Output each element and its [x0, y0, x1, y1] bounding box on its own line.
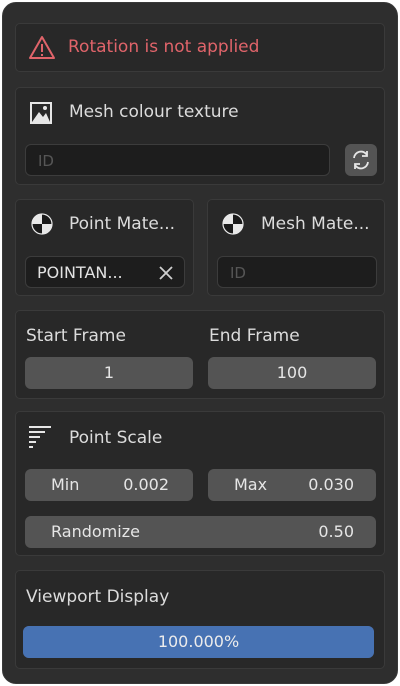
properties-panel: Rotation is not applied Mesh colour text…	[2, 2, 398, 684]
point-scale-title: Point Scale	[69, 428, 163, 448]
min-value: 0.002	[123, 475, 169, 494]
mesh-texture-id-input[interactable]: ID	[25, 144, 330, 176]
refresh-icon	[350, 149, 372, 171]
randomize-field[interactable]: Randomize 0.50	[25, 516, 376, 548]
mesh-material-section: Mesh Mate... ID	[207, 199, 385, 296]
mesh-texture-section: Mesh colour texture ID	[15, 87, 385, 185]
start-frame-value: 1	[103, 363, 115, 382]
image-icon	[29, 101, 53, 125]
start-frame-label: Start Frame	[26, 326, 126, 346]
close-icon[interactable]	[158, 265, 174, 281]
point-scale-section: Point Scale Min 0.002 Max 0.030 Randomiz…	[15, 411, 385, 556]
mesh-texture-title: Mesh colour texture	[69, 102, 239, 122]
max-label: Max	[234, 475, 268, 494]
point-material-sphere-icon	[30, 212, 54, 236]
max-value: 0.030	[308, 475, 354, 494]
end-frame-field[interactable]: 100	[208, 357, 376, 389]
end-frame-label: End Frame	[209, 326, 300, 346]
min-field[interactable]: Min 0.002	[25, 469, 193, 501]
end-frame-value: 100	[276, 363, 308, 382]
mesh-material-id-input[interactable]: ID	[217, 256, 377, 288]
randomize-label: Randomize	[51, 522, 140, 541]
mesh-material-title: Mesh Mate...	[261, 214, 370, 234]
mesh-material-id-placeholder: ID	[230, 264, 246, 282]
max-field[interactable]: Max 0.030	[208, 469, 376, 501]
mesh-material-sphere-icon	[221, 212, 245, 236]
mesh-texture-id-placeholder: ID	[38, 152, 54, 170]
point-material-section: Point Mate... POINTAN...	[15, 199, 194, 296]
point-material-title: Point Mate...	[69, 214, 176, 234]
viewport-display-value: 100.000%	[157, 632, 240, 651]
min-label: Min	[51, 475, 80, 494]
start-frame-field[interactable]: 1	[25, 357, 193, 389]
randomize-value: 0.50	[318, 522, 354, 541]
point-material-value: POINTAN...	[37, 263, 123, 282]
warning-triangle-icon	[28, 35, 56, 61]
frames-section: Start Frame End Frame 1 100	[15, 310, 385, 399]
refresh-button[interactable]	[345, 144, 377, 176]
point-material-field[interactable]: POINTAN...	[25, 256, 185, 288]
viewport-display-label: Viewport Display	[26, 587, 170, 607]
scale-lines-icon	[28, 424, 54, 448]
viewport-display-slider[interactable]: 100.000%	[23, 626, 374, 658]
warning-box: Rotation is not applied	[15, 23, 385, 72]
warning-text: Rotation is not applied	[68, 37, 260, 57]
